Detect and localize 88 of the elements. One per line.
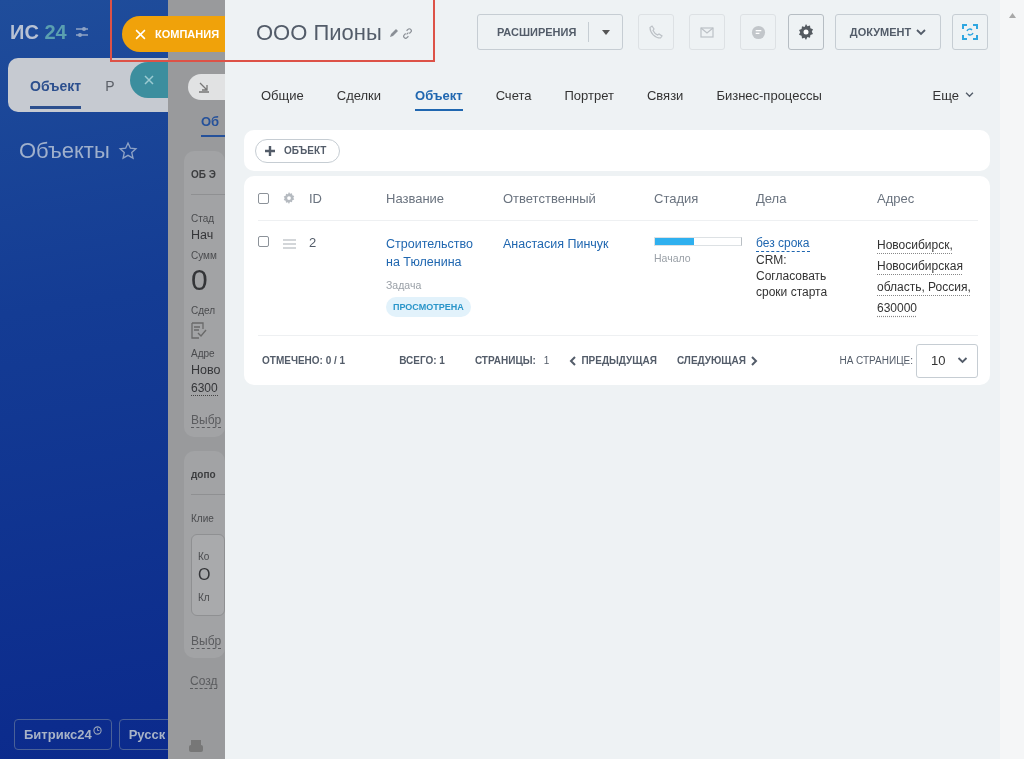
link-icon[interactable] [401,27,413,39]
column-header[interactable]: Название [386,190,503,206]
amount: 0 [191,263,209,297]
previous-button[interactable]: ПРЕДЫДУЩАЯ [569,355,657,366]
field-label: Адре [191,348,216,359]
clock-icon [92,726,102,735]
field-label: Клие [191,513,215,524]
column-header[interactable]: Стадия [654,190,756,206]
status-badge: ПРОСМОТРЕНА [386,297,471,317]
chat-icon [750,24,766,40]
checkbox[interactable] [258,193,269,204]
scan-button[interactable] [952,14,988,50]
total-count: ВСЕГО: 1 [399,355,445,366]
chevron-right-icon [750,355,758,366]
settings-icon [798,24,814,40]
tab[interactable]: Объект [415,77,463,111]
tab[interactable]: Р [105,61,115,109]
brand-button[interactable]: Битрикс24 [14,719,112,750]
document-button[interactable]: ДОКУМЕНТ [835,14,941,50]
collapse-icon [198,81,210,93]
add-object-button[interactable]: ОБЪЕКТ [255,138,341,163]
settings-icon[interactable] [283,192,295,204]
chevron-left-icon [569,355,577,366]
tab[interactable]: Портрет [564,77,614,111]
sliders-icon[interactable] [74,26,89,38]
scan-icon [961,23,979,41]
more-tab[interactable]: Еще [932,77,974,111]
entity-title: ООО Пионы [256,20,382,46]
tab[interactable]: Бизнес-процессы [716,77,822,111]
envelope-icon [700,26,714,38]
tab[interactable]: Счета [495,77,532,111]
stage-bar[interactable] [654,237,742,246]
next-button[interactable]: СЛЕДУЮЩАЯ [676,355,758,366]
scrollbar[interactable] [1000,0,1024,759]
field-value: О [198,566,212,584]
star-icon[interactable] [117,141,138,161]
drag-handle-icon[interactable] [283,239,296,249]
settings-button[interactable] [788,14,824,50]
pages-label: СТРАНИЦЫ: [474,355,536,366]
object-link[interactable]: Строительство на Тюленина [386,235,487,271]
mail-button[interactable] [689,14,725,50]
deadline-link[interactable]: без срока [756,235,810,252]
tab[interactable]: Объект [30,61,82,109]
logo: ИС 24 [10,20,67,44]
field-label: Сумм [191,250,218,261]
field-value: Нач [191,228,215,242]
chevron-down-icon [957,357,968,364]
field-value: Ново [191,363,222,377]
per-page-select[interactable]: 10 [916,343,978,378]
field-label: Ко [198,551,211,562]
page-title: Объекты [19,138,110,164]
task-label: Задача [386,279,422,291]
chevron-down-icon [916,28,927,36]
checkbox[interactable] [258,236,269,247]
tab[interactable]: Связи [646,77,684,111]
column-header[interactable]: Ответственный [503,190,654,206]
scroll-up-icon[interactable] [1008,13,1016,18]
table-cell-text: 2 [309,235,318,250]
per-page-label: НА СТРАНИЦЕ: [839,355,913,366]
close-button[interactable] [130,62,168,98]
stage-label: Начало [654,252,692,264]
expand-button[interactable] [188,74,225,100]
checklist-icon [191,322,207,339]
selected-count: ОТМЕЧЕНО: 0 / 1 [261,355,346,366]
chat-button[interactable] [740,14,776,50]
chevron-down-icon [965,92,974,98]
printer-icon[interactable] [188,739,204,755]
column-header[interactable]: Дела [756,190,877,206]
phone-button[interactable] [638,14,674,50]
field-label: Сдел [191,305,217,316]
close-icon [144,75,154,85]
user-link[interactable]: Анастасия Пинчук [503,237,609,251]
page-number[interactable]: 1 [543,355,550,366]
column-header[interactable]: Адрес [877,190,978,206]
close-icon[interactable] [135,28,146,40]
phone-icon [649,25,663,39]
tab[interactable]: Сделки [336,77,382,111]
tab[interactable]: Общие [261,77,304,111]
address-text: 6300 [191,381,218,396]
field-label: Стад [191,213,216,224]
field-label: Кл [198,592,211,603]
address-text: Новосибирск, Новосибирская область, Россия, 630000 [877,238,971,315]
column-header[interactable]: ID [309,190,386,206]
pencil-icon[interactable] [388,28,399,38]
activity-text: CRM: Согласовать сроки старта [756,252,829,300]
plus-icon [265,145,275,156]
extensions-button[interactable]: РАСШИРЕНИЯ [477,14,623,50]
caret-icon[interactable] [601,29,610,35]
